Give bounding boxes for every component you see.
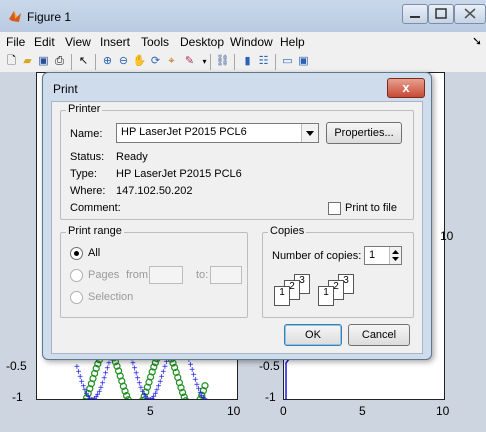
menu-window[interactable]: Window [230,35,273,49]
print-dialog: Print x Printer Name: HP LaserJet P2015 … [42,72,432,360]
menu-tools[interactable]: Tools [141,35,169,49]
where-value: 147.102.50.202 [116,185,193,197]
menu-edit[interactable]: Edit [34,35,55,49]
collate-page: 1 [274,286,290,306]
range-pages-label: Pages [88,269,120,281]
close-icon [464,8,476,19]
dialog-title: Print [53,82,78,96]
right-y-tick: -1 [265,390,276,404]
range-pages-radio[interactable] [70,269,83,282]
menu-bar: File Edit View Insert Tools Desktop Wind… [0,32,486,52]
where-label: Where: [70,185,106,197]
cancel-button[interactable]: Cancel [348,324,410,346]
pan-icon[interactable]: ✋ [132,54,147,69]
printer-name-label: Name: [70,128,103,140]
number-of-copies-label: Number of copies: [272,250,362,262]
minimize-button[interactable] [402,4,428,24]
menubar-dock-arrow-icon[interactable]: ➘ [472,34,482,48]
printer-group-legend: Printer [66,103,103,115]
range-from-input[interactable] [149,266,183,284]
left-y-tick: -0.5 [6,359,27,373]
status-label: Status: [70,151,105,163]
minimize-icon [410,16,420,18]
range-to-label: to: [196,269,209,281]
right-x-tick: 10 [436,404,450,418]
menu-insert[interactable]: Insert [100,35,130,49]
legend-icon[interactable]: ☷ [256,54,271,69]
copies-value: 1 [369,249,376,261]
print-to-file-label[interactable]: Print to file [345,202,397,214]
right-x-tick: 5 [359,404,366,418]
printer-name-select[interactable]: HP LaserJet P2015 PCL6 [116,123,319,143]
dialog-body: Printer Name: HP LaserJet P2015 PCL6 Pro… [51,101,423,354]
chevron-down-icon [306,131,314,136]
zoom-in-icon[interactable]: ⊕ [100,54,115,69]
pointer-icon[interactable]: ↖ [76,54,91,69]
copies-spinner[interactable]: 1 [364,246,402,265]
maximize-button[interactable] [428,4,454,24]
link-plot-icon[interactable]: ⛓ [215,54,230,69]
status-value: Ready [116,151,148,163]
zoom-out-icon[interactable]: ⊖ [116,54,131,69]
range-all-label[interactable]: All [88,247,100,259]
range-from-label: from: [126,269,152,281]
toolbar-separator [210,54,211,70]
print-range-legend: Print range [66,225,124,237]
printer-dropdown-button[interactable] [301,124,318,142]
maximize-icon [435,8,447,19]
ok-button[interactable]: OK [284,324,342,346]
rotate-3d-icon[interactable]: ⟳ [148,54,163,69]
print-icon[interactable]: ⎙ [52,54,67,69]
toolbar-separator [234,54,235,70]
dialog-close-button[interactable]: x [387,78,425,98]
blue-series-point: + [202,395,208,399]
figure-toolbar: 🗋 ▰ ▣ ⎙ ↖ ⊕ ⊖ ✋ ⟳ ⌖ ✎ ▾ ⛓ ▮ ☷ ▭ ▣ [0,52,486,73]
window-title: Figure 1 [27,10,72,24]
left-x-tick: 10 [227,404,241,418]
collate-page: 1 [318,286,334,306]
right-y-tick: -0.5 [259,359,280,373]
menu-view[interactable]: View [65,35,91,49]
menu-help[interactable]: Help [280,35,305,49]
range-all-radio[interactable] [70,247,83,260]
menu-desktop[interactable]: Desktop [180,35,224,49]
left-y-tick: -1 [12,390,23,404]
save-icon[interactable]: ▣ [36,54,51,69]
right-x-tick: 0 [280,404,287,418]
range-to-input[interactable] [210,266,242,284]
brush-icon[interactable]: ✎ [182,54,197,69]
close-window-button[interactable] [454,4,486,24]
range-selection-radio[interactable] [70,291,83,304]
hide-plot-tools-icon[interactable]: ▭ [280,54,295,69]
data-cursor-icon[interactable]: ⌖ [164,54,179,69]
toolbar-separator [275,54,276,70]
menu-file[interactable]: File [6,35,25,49]
right-x-tick-upper: 10 [440,229,454,243]
close-icon: x [402,80,410,95]
copies-spin-buttons[interactable] [389,247,401,264]
collate-stack-icon: 3 2 1 [318,274,370,308]
title-bar: Figure 1 [0,0,486,32]
print-to-file-checkbox[interactable] [328,202,341,215]
toolbar-separator [95,54,96,70]
colorbar-icon[interactable]: ▮ [240,54,255,69]
range-selection-label: Selection [88,291,134,303]
show-plot-tools-icon[interactable]: ▣ [296,54,311,69]
left-x-tick: 5 [147,404,154,418]
copies-legend: Copies [268,225,307,237]
new-figure-icon[interactable]: 🗋 [4,54,19,69]
printer-name-value: HP LaserJet P2015 PCL6 [121,126,247,138]
type-value: HP LaserJet P2015 PCL6 [116,168,242,180]
open-file-icon[interactable]: ▰ [20,54,35,69]
type-label: Type: [70,168,97,180]
comment-label: Comment: [70,202,121,214]
spin-arrows-icon [392,250,399,261]
matlab-logo-icon [9,11,21,22]
properties-button[interactable]: Properties... [326,122,402,144]
toolbar-separator [71,54,72,70]
